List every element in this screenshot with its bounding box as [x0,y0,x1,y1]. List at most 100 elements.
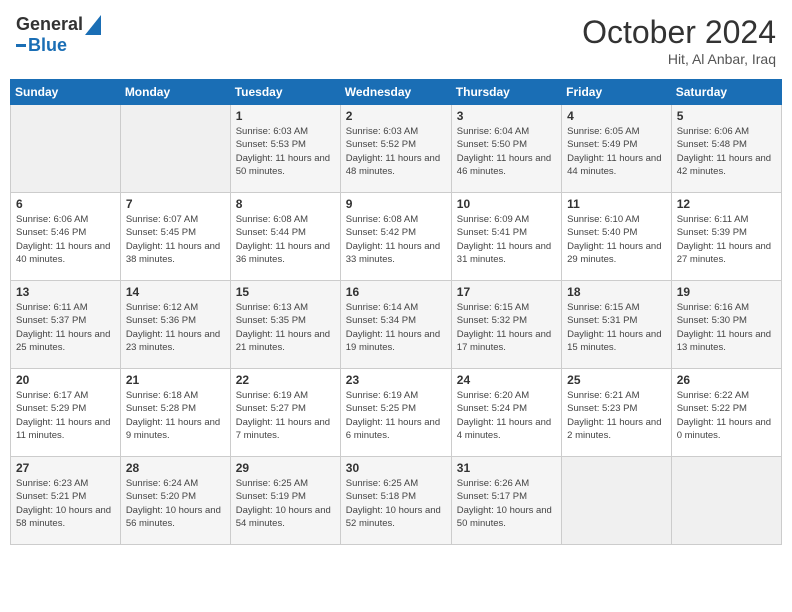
header-cell-friday: Friday [562,80,672,105]
day-number: 2 [346,109,446,123]
day-number: 14 [126,285,225,299]
cell-info: Sunrise: 6:11 AM Sunset: 5:37 PM Dayligh… [16,301,115,354]
cell-info: Sunrise: 6:25 AM Sunset: 5:19 PM Dayligh… [236,477,335,530]
day-number: 11 [567,197,666,211]
calendar-cell: 24 Sunrise: 6:20 AM Sunset: 5:24 PM Dayli… [451,369,561,457]
day-number: 25 [567,373,666,387]
cell-info: Sunrise: 6:03 AM Sunset: 5:53 PM Dayligh… [236,125,335,178]
cell-info: Sunrise: 6:20 AM Sunset: 5:24 PM Dayligh… [457,389,556,442]
calendar-cell: 15 Sunrise: 6:13 AM Sunset: 5:35 PM Dayli… [230,281,340,369]
day-number: 20 [16,373,115,387]
header-cell-wednesday: Wednesday [340,80,451,105]
day-number: 13 [16,285,115,299]
cell-info: Sunrise: 6:10 AM Sunset: 5:40 PM Dayligh… [567,213,666,266]
day-number: 22 [236,373,335,387]
calendar-cell: 5 Sunrise: 6:06 AM Sunset: 5:48 PM Daylig… [671,105,781,193]
title-block: October 2024 Hit, Al Anbar, Iraq [582,14,776,67]
logo-general-text: General [16,14,83,35]
day-number: 4 [567,109,666,123]
week-row-3: 13 Sunrise: 6:11 AM Sunset: 5:37 PM Dayli… [11,281,782,369]
calendar-cell: 30 Sunrise: 6:25 AM Sunset: 5:18 PM Dayli… [340,457,451,545]
calendar-cell: 1 Sunrise: 6:03 AM Sunset: 5:53 PM Daylig… [230,105,340,193]
day-number: 5 [677,109,776,123]
header-cell-saturday: Saturday [671,80,781,105]
day-number: 27 [16,461,115,475]
cell-info: Sunrise: 6:19 AM Sunset: 5:25 PM Dayligh… [346,389,446,442]
cell-info: Sunrise: 6:21 AM Sunset: 5:23 PM Dayligh… [567,389,666,442]
calendar-cell: 11 Sunrise: 6:10 AM Sunset: 5:40 PM Dayli… [562,193,672,281]
calendar-cell: 6Sunrise: 6:06 AM Sunset: 5:46 PM Daylig… [11,193,121,281]
week-row-1: 1 Sunrise: 6:03 AM Sunset: 5:53 PM Daylig… [11,105,782,193]
calendar-cell: 18 Sunrise: 6:15 AM Sunset: 5:31 PM Dayli… [562,281,672,369]
calendar-cell: 4 Sunrise: 6:05 AM Sunset: 5:49 PM Daylig… [562,105,672,193]
cell-info: Sunrise: 6:26 AM Sunset: 5:17 PM Dayligh… [457,477,556,530]
cell-info: Sunrise: 6:09 AM Sunset: 5:41 PM Dayligh… [457,213,556,266]
page-header: General Blue October 2024 Hit, Al Anbar,… [10,10,782,71]
calendar-cell: 31 Sunrise: 6:26 AM Sunset: 5:17 PM Dayli… [451,457,561,545]
header-cell-monday: Monday [120,80,230,105]
cell-info: Sunrise: 6:16 AM Sunset: 5:30 PM Dayligh… [677,301,776,354]
cell-info: Sunrise: 6:07 AM Sunset: 5:45 PM Dayligh… [126,213,225,266]
week-row-4: 20Sunrise: 6:17 AM Sunset: 5:29 PM Dayli… [11,369,782,457]
day-number: 30 [346,461,446,475]
day-number: 26 [677,373,776,387]
calendar-cell: 19 Sunrise: 6:16 AM Sunset: 5:30 PM Dayli… [671,281,781,369]
day-number: 21 [126,373,225,387]
cell-info: Sunrise: 6:23 AM Sunset: 5:21 PM Dayligh… [16,477,115,530]
day-number: 19 [677,285,776,299]
calendar-cell: 21Sunrise: 6:18 AM Sunset: 5:28 PM Dayli… [120,369,230,457]
header-row: SundayMondayTuesdayWednesdayThursdayFrid… [11,80,782,105]
calendar-cell: 13 Sunrise: 6:11 AM Sunset: 5:37 PM Dayli… [11,281,121,369]
day-number: 18 [567,285,666,299]
calendar-cell: 17 Sunrise: 6:15 AM Sunset: 5:32 PM Dayli… [451,281,561,369]
day-number: 6 [16,197,115,211]
calendar-cell: 25 Sunrise: 6:21 AM Sunset: 5:23 PM Dayli… [562,369,672,457]
cell-info: Sunrise: 6:05 AM Sunset: 5:49 PM Dayligh… [567,125,666,178]
day-number: 10 [457,197,556,211]
cell-info: Sunrise: 6:15 AM Sunset: 5:31 PM Dayligh… [567,301,666,354]
cell-info: Sunrise: 6:19 AM Sunset: 5:27 PM Dayligh… [236,389,335,442]
cell-info: Sunrise: 6:03 AM Sunset: 5:52 PM Dayligh… [346,125,446,178]
week-row-2: 6Sunrise: 6:06 AM Sunset: 5:46 PM Daylig… [11,193,782,281]
day-number: 28 [126,461,225,475]
day-number: 1 [236,109,335,123]
cell-info: Sunrise: 6:25 AM Sunset: 5:18 PM Dayligh… [346,477,446,530]
cell-info: Sunrise: 6:13 AM Sunset: 5:35 PM Dayligh… [236,301,335,354]
calendar-cell [562,457,672,545]
calendar-cell: 2 Sunrise: 6:03 AM Sunset: 5:52 PM Daylig… [340,105,451,193]
day-number: 7 [126,197,225,211]
calendar-cell: 27 Sunrise: 6:23 AM Sunset: 5:21 PM Dayli… [11,457,121,545]
day-number: 31 [457,461,556,475]
cell-info: Sunrise: 6:24 AM Sunset: 5:20 PM Dayligh… [126,477,225,530]
cell-info: Sunrise: 6:08 AM Sunset: 5:42 PM Dayligh… [346,213,446,266]
day-number: 3 [457,109,556,123]
calendar-cell: 16 Sunrise: 6:14 AM Sunset: 5:34 PM Dayli… [340,281,451,369]
header-cell-thursday: Thursday [451,80,561,105]
day-number: 24 [457,373,556,387]
logo-blue-text: Blue [28,35,67,56]
day-number: 15 [236,285,335,299]
cell-info: Sunrise: 6:14 AM Sunset: 5:34 PM Dayligh… [346,301,446,354]
calendar-cell: 14Sunrise: 6:12 AM Sunset: 5:36 PM Dayli… [120,281,230,369]
calendar-cell: 28 Sunrise: 6:24 AM Sunset: 5:20 PM Dayli… [120,457,230,545]
calendar-cell: 7 Sunrise: 6:07 AM Sunset: 5:45 PM Daylig… [120,193,230,281]
calendar-cell: 8 Sunrise: 6:08 AM Sunset: 5:44 PM Daylig… [230,193,340,281]
day-number: 9 [346,197,446,211]
cell-info: Sunrise: 6:15 AM Sunset: 5:32 PM Dayligh… [457,301,556,354]
header-cell-tuesday: Tuesday [230,80,340,105]
day-number: 12 [677,197,776,211]
location-text: Hit, Al Anbar, Iraq [582,51,776,67]
logo-triangle-icon [85,15,101,35]
calendar-table: SundayMondayTuesdayWednesdayThursdayFrid… [10,79,782,545]
calendar-cell: 3Sunrise: 6:04 AM Sunset: 5:50 PM Daylig… [451,105,561,193]
cell-info: Sunrise: 6:06 AM Sunset: 5:48 PM Dayligh… [677,125,776,178]
cell-info: Sunrise: 6:22 AM Sunset: 5:22 PM Dayligh… [677,389,776,442]
calendar-cell [11,105,121,193]
calendar-cell: 29 Sunrise: 6:25 AM Sunset: 5:19 PM Dayli… [230,457,340,545]
day-number: 8 [236,197,335,211]
day-number: 29 [236,461,335,475]
day-number: 17 [457,285,556,299]
logo: General Blue [16,14,101,56]
cell-info: Sunrise: 6:08 AM Sunset: 5:44 PM Dayligh… [236,213,335,266]
day-number: 16 [346,285,446,299]
